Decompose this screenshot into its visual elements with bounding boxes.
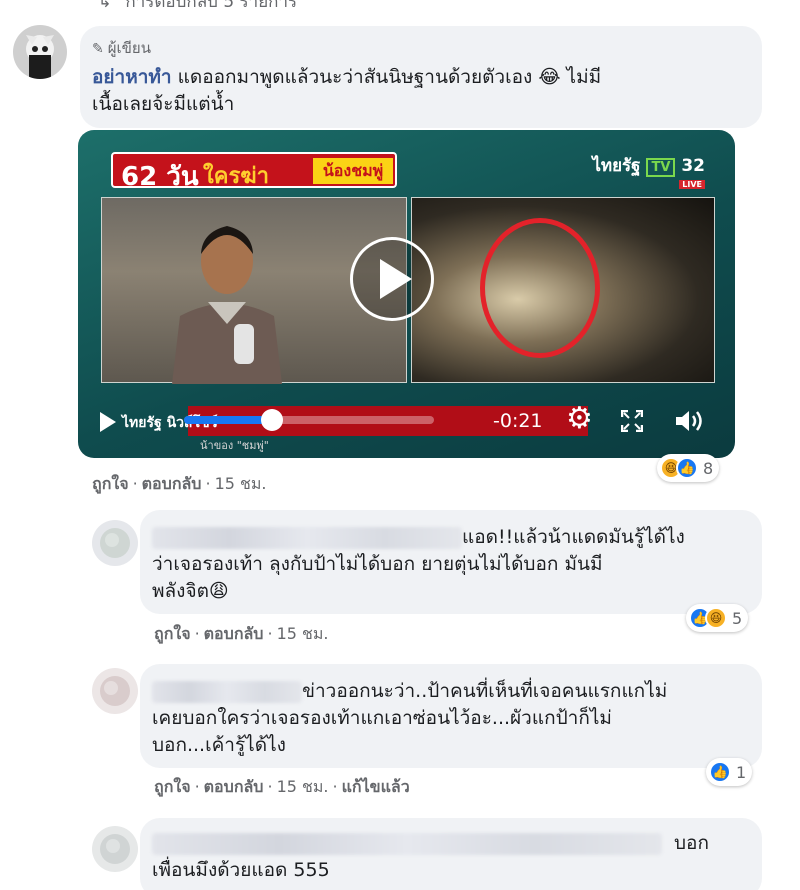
reaction-summary[interactable]: 😆 👍 8 [657,454,720,482]
progress-knob[interactable] [260,409,283,431]
comment-text-line: บอก...เค้ารู้ได้ไง [152,734,286,756]
like-icon: 👍 [676,457,698,479]
comment-text-line: บอก [674,832,709,854]
pencil-icon: ✎ [92,41,104,57]
reaction-summary[interactable]: 👍 😆 5 [686,604,749,632]
comment-text-line: เคยบอกใครว่าเจอรองเท้าแกเอาซ่อนไว้อะ...ผ… [152,707,612,729]
reply-avatar[interactable] [92,826,138,872]
blurred-author-name[interactable] [152,680,302,703]
banner-title: ใครฆ่า [203,164,269,189]
author-badge: ✎ ผู้เขียน [92,36,151,60]
reaction-count: 5 [732,608,743,628]
video-progress-bar[interactable] [184,409,434,431]
channel-tv: TV [646,158,676,177]
comment-author-name[interactable]: อย่าหาทำ [92,66,172,88]
blurred-author-name[interactable] [152,526,462,549]
reaction-summary[interactable]: 👍 1 [706,758,753,786]
volume-icon[interactable] [674,408,706,434]
highlight-circle [480,218,600,358]
comment-timestamp[interactable]: 15 ชม. [277,777,329,796]
small-play-icon[interactable] [100,412,116,432]
reaction-count: 8 [703,458,714,478]
like-link[interactable]: ถูกใจ [92,474,129,493]
edited-link[interactable]: แก้ไขแล้ว [342,777,410,796]
like-link[interactable]: ถูกใจ [154,777,191,796]
fullscreen-icon[interactable] [621,410,643,432]
reply-actions: ถูกใจ · ตอบกลับ · 15 ชม. · แก้ไขแล้ว [154,777,410,796]
main-comment-text: อย่าหาทำ แดออกมาพูดแล้วนะว่าสันนิษฐานด้ว… [92,64,752,118]
comment-text-line: พลังจิต😩 [152,580,229,602]
reply-link[interactable]: ตอบกลับ [142,474,202,493]
gear-icon[interactable]: ⚙ [566,404,593,434]
view-replies-label: การตอบกลับ 5 รายการ [125,0,298,12]
like-icon: 👍 [709,761,731,783]
channel-number: 32 [681,156,705,176]
comment-text-line: ข่าวออกนะว่า..ป้าคนที่เห็นที่เจอคนแรกแกไ… [302,680,668,702]
banner-tag: น้องชมพู่ [313,158,393,184]
interviewee-figure [172,226,282,384]
like-link[interactable]: ถูกใจ [154,624,191,643]
comment-text-line: เพื่อนมึงด้วยแอด 555 [152,859,330,881]
channel-logo: ไทยรัฐ TV 32 LIVE [592,152,705,189]
haha-icon: 😆 [705,607,727,629]
view-replies-link[interactable]: ↳ การตอบกลับ 5 รายการ [98,0,297,15]
time-remaining: -0:21 [493,410,543,432]
comment-text-line: เนื้อเลยจ้ะมีแต่น้ำ [92,93,235,115]
comment-timestamp[interactable]: 15 ชม. [277,624,329,643]
reply-link[interactable]: ตอบกลับ [204,624,264,643]
author-badge-label: ผู้เขียน [107,39,151,57]
news-banner: 62 วัน ใครฆ่า น้องชมพู่ [111,152,397,192]
blurred-author-name[interactable] [152,832,662,855]
reply-avatar[interactable] [92,520,138,566]
lower-third-caption: น้าของ "ชมพู่" [200,439,269,452]
live-badge: LIVE [679,180,705,189]
reply-actions: ถูกใจ · ตอบกลับ · 15 ชม. [154,624,329,643]
main-comment-actions: ถูกใจ · ตอบกลับ · 15 ชม. [92,474,267,493]
comment-text-line: ว่าเจอรองเท้า ลุงกับป้าไม่ได้บอก ยายตุ่น… [152,553,603,575]
reply-text: ข่าวออกนะว่า..ป้าคนที่เห็นที่เจอคนแรกแกไ… [152,678,756,759]
reply-arrow-icon: ↳ [98,0,112,11]
play-icon [380,259,412,299]
reply-avatar[interactable] [92,668,138,714]
channel-name: ไทยรัฐ [592,156,641,176]
reply-link[interactable]: ตอบกลับ [204,777,264,796]
reaction-count: 1 [736,762,747,782]
banner-number: 62 วัน [121,162,199,192]
author-avatar[interactable] [13,25,67,79]
reply-text: แอด!!แล้วน้าแดดมันรู้ได้ไง ว่าเจอรองเท้า… [152,524,756,605]
comment-timestamp[interactable]: 15 ชม. [215,474,267,493]
video-player[interactable]: 62 วัน ใครฆ่า น้องชมพู่ ไทยรัฐ TV 32 LIV… [78,130,735,458]
video-frame-right [411,197,715,383]
comment-text-line: แดออกมาพูดแล้วนะว่าสันนิษฐานด้วยตัวเอง 😂… [171,66,602,88]
progress-fill [184,416,272,424]
comment-text-line: แอด!!แล้วน้าแดดมันรู้ได้ไง [462,526,685,548]
play-button[interactable] [350,237,434,321]
video-controls: ไทยรัฐ นิวส์โชว์ น้าของ "ชมพู่" -0:21 ⚙ [78,400,735,452]
reply-text: บอก เพื่อนมึงด้วยแอด 555 [152,830,756,884]
